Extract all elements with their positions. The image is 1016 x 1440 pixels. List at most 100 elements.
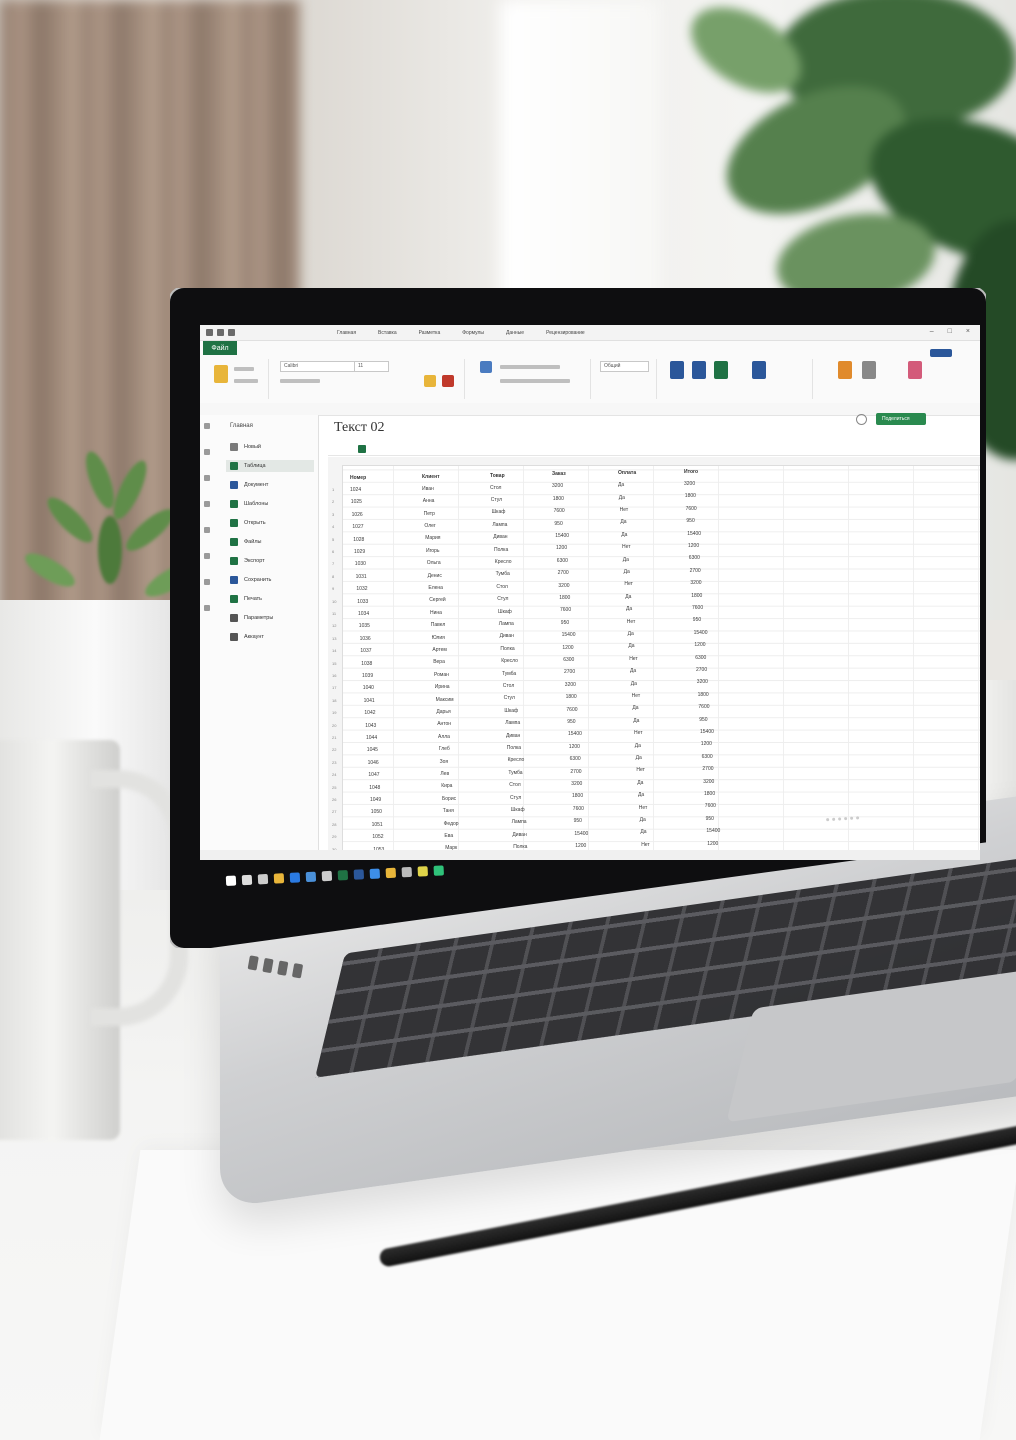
autosum-icon[interactable] <box>838 361 852 379</box>
table-cell[interactable]: 950 <box>574 818 582 824</box>
table-cell[interactable]: Стол <box>490 485 501 491</box>
wrap-text-icon[interactable] <box>480 361 492 373</box>
format-as-table-icon[interactable] <box>692 361 706 379</box>
table-cell[interactable]: 3200 <box>697 679 708 685</box>
table-cell[interactable]: 15400 <box>574 831 588 837</box>
table-cell[interactable]: Алла <box>438 734 450 740</box>
table-cell[interactable]: Да <box>633 718 639 724</box>
table-cell[interactable]: 1045 <box>367 747 378 753</box>
home-icon[interactable] <box>204 423 210 429</box>
table-cell[interactable]: 1026 <box>352 512 363 518</box>
row-number[interactable]: 27 <box>332 809 336 814</box>
row-number[interactable]: 6 <box>332 549 334 554</box>
table-cell[interactable]: 1800 <box>553 496 564 502</box>
table-cell[interactable]: Мария <box>425 535 440 541</box>
table-cell[interactable]: Лампа <box>499 621 514 627</box>
table-cell[interactable]: 1200 <box>556 545 567 551</box>
sort-filter-icon[interactable] <box>862 361 876 379</box>
table-cell[interactable]: Да <box>637 780 643 786</box>
table-cell[interactable]: 7600 <box>560 607 571 613</box>
table-cell[interactable]: 7600 <box>566 707 577 713</box>
menu-data[interactable]: Данные <box>506 330 524 336</box>
table-cell[interactable]: 1036 <box>360 636 371 642</box>
table-cell[interactable]: 1035 <box>359 623 370 629</box>
column-header[interactable]: Итого <box>684 469 698 475</box>
table-cell[interactable]: Да <box>638 792 644 798</box>
table-cell[interactable]: 1024 <box>350 487 361 493</box>
table-cell[interactable]: 1200 <box>562 645 573 651</box>
table-cell[interactable]: Нет <box>641 842 650 848</box>
table-cell[interactable]: Лампа <box>492 522 507 528</box>
row-number[interactable]: 13 <box>332 636 336 641</box>
table-cell[interactable]: Федор <box>444 821 459 827</box>
table-cell[interactable]: 15400 <box>700 729 714 735</box>
table-cell[interactable]: 1027 <box>352 524 363 530</box>
table-cell[interactable]: 1200 <box>694 642 705 648</box>
close-button[interactable]: × <box>966 328 970 335</box>
table-cell[interactable]: Да <box>628 631 634 637</box>
font-name-select[interactable]: Calibri <box>280 361 355 372</box>
table-cell[interactable]: 1042 <box>364 710 375 716</box>
table-cell[interactable]: Стул <box>510 795 521 801</box>
open-icon[interactable] <box>204 475 210 481</box>
table-cell[interactable]: Да <box>640 817 646 823</box>
table-cell[interactable]: 1025 <box>351 499 362 505</box>
row-number[interactable]: 23 <box>332 760 336 765</box>
row-number[interactable]: 4 <box>332 524 334 529</box>
table-cell[interactable]: Нет <box>632 693 641 699</box>
row-number[interactable]: 3 <box>332 512 334 517</box>
table-cell[interactable]: 1043 <box>365 723 376 729</box>
table-cell[interactable]: Шкаф <box>511 807 525 813</box>
table-cell[interactable]: Да <box>632 705 638 711</box>
row-number[interactable]: 18 <box>332 698 336 703</box>
table-cell[interactable]: 1047 <box>368 772 379 778</box>
table-cell[interactable]: Тумба <box>496 571 510 577</box>
table-cell[interactable]: 950 <box>567 719 575 725</box>
search-icon[interactable] <box>241 874 253 886</box>
ideas-icon[interactable] <box>930 349 952 357</box>
table-cell[interactable]: 3200 <box>690 580 701 586</box>
table-cell[interactable]: Да <box>640 829 646 835</box>
row-number[interactable]: 16 <box>332 673 336 678</box>
column-header[interactable]: Заказ <box>552 471 566 477</box>
row-number[interactable]: 26 <box>332 797 336 802</box>
table-cell[interactable]: Диван <box>512 832 526 838</box>
table-cell[interactable]: 1800 <box>572 793 583 799</box>
table-cell[interactable]: Да <box>619 495 625 501</box>
menu-review[interactable]: Рецензирование <box>546 330 585 336</box>
column-header[interactable]: Оплата <box>618 470 636 476</box>
table-cell[interactable]: Нет <box>629 656 638 662</box>
table-cell[interactable]: 7600 <box>692 605 703 611</box>
table-cell[interactable]: 6300 <box>563 657 574 663</box>
table-cell[interactable]: 6300 <box>689 555 700 561</box>
table-cell[interactable]: 950 <box>699 717 707 723</box>
merge-center-icon[interactable] <box>500 379 570 383</box>
table-cell[interactable]: 950 <box>706 816 714 822</box>
table-cell[interactable]: 1029 <box>354 549 365 555</box>
table-cell[interactable]: Елена <box>428 585 443 591</box>
maximize-button[interactable]: □ <box>948 328 952 335</box>
table-cell[interactable]: Юлия <box>432 635 445 641</box>
new-icon[interactable] <box>204 449 210 455</box>
table-cell[interactable]: Полка <box>494 547 508 553</box>
table-cell[interactable]: 6300 <box>570 756 581 762</box>
insert-cells-icon[interactable] <box>752 361 766 379</box>
table-cell[interactable]: Тумба <box>508 770 522 776</box>
file-tab[interactable]: Файл <box>203 341 237 355</box>
word-icon[interactable] <box>353 869 365 880</box>
table-cell[interactable]: 1031 <box>356 574 367 580</box>
edge-icon[interactable] <box>289 872 301 883</box>
font-size-select[interactable]: 11 <box>354 361 389 372</box>
row-number[interactable]: 25 <box>332 785 336 790</box>
table-cell[interactable]: Да <box>635 743 641 749</box>
table-cell[interactable]: 2700 <box>564 669 575 675</box>
table-cell[interactable]: 2700 <box>702 766 713 772</box>
info-icon[interactable] <box>204 501 210 507</box>
print-icon[interactable] <box>204 553 210 559</box>
table-cell[interactable]: 2700 <box>570 769 581 775</box>
table-cell[interactable]: 7600 <box>554 508 565 514</box>
table-cell[interactable]: Зоя <box>440 759 449 765</box>
tray-icon[interactable] <box>844 816 848 820</box>
table-cell[interactable]: Павел <box>431 622 446 628</box>
table-cell[interactable]: 2700 <box>690 568 701 574</box>
